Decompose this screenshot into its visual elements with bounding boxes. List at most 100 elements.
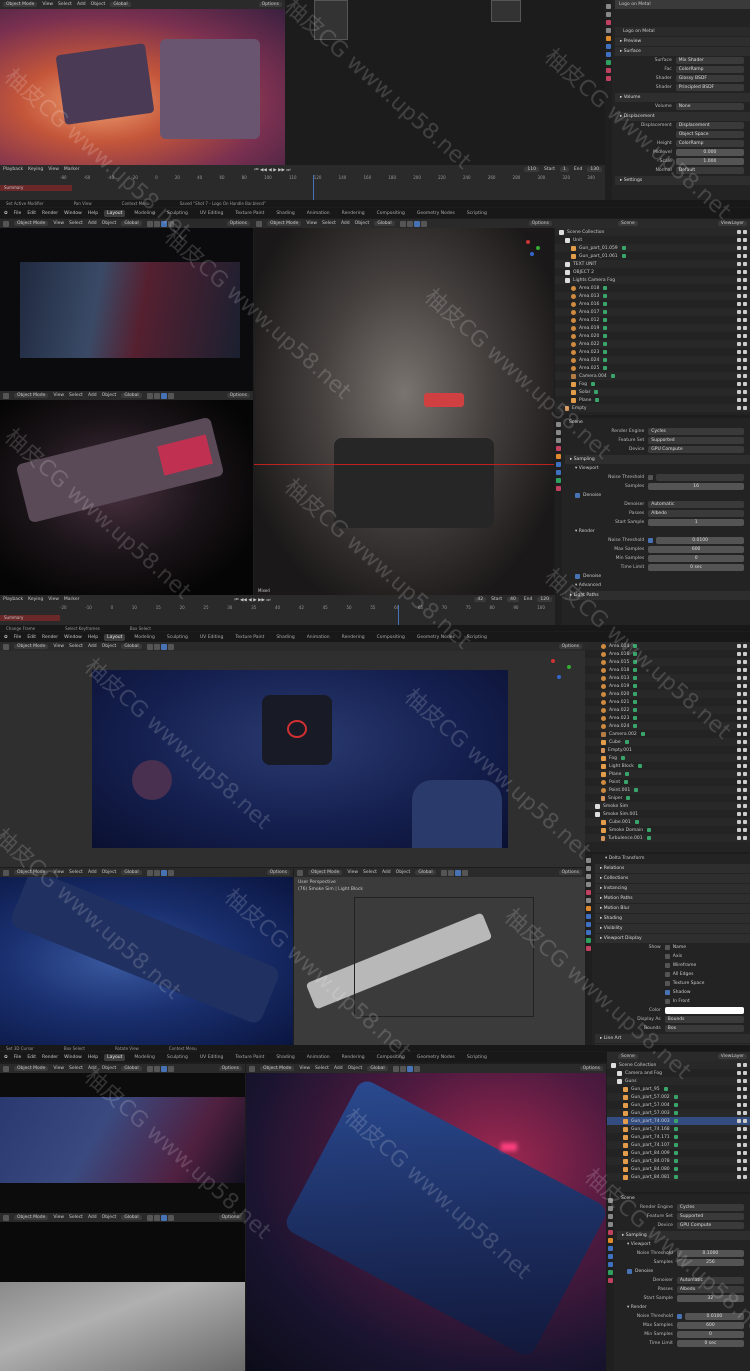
- solid-viewport[interactable]: [0, 1222, 245, 1371]
- visibility-toggles[interactable]: [737, 812, 747, 816]
- mode-dropdown[interactable]: Object Mode: [14, 870, 49, 875]
- outliner-item[interactable]: Gun_part_74.107: [607, 1141, 750, 1149]
- outliner-item[interactable]: Empty: [555, 404, 750, 412]
- menu-select[interactable]: Select: [69, 644, 83, 649]
- blender-logo-icon[interactable]: ✿: [4, 1055, 8, 1060]
- orientation-dropdown[interactable]: Global: [121, 1066, 142, 1071]
- shading-mode-icons[interactable]: [440, 869, 468, 876]
- shading-mode-icons[interactable]: [146, 643, 174, 650]
- outliner-item[interactable]: Area.019: [555, 324, 750, 332]
- visibility-toggles[interactable]: [737, 1135, 747, 1139]
- visibility-toggles[interactable]: [737, 278, 747, 282]
- visibility-toggles[interactable]: [737, 732, 747, 736]
- dropdown-field[interactable]: Default: [675, 167, 744, 174]
- mode-dropdown[interactable]: Object Mode: [260, 1066, 295, 1071]
- playback-controls[interactable]: ⏮ ◀◀ ◀ ▶ ▶▶ ⏭: [254, 167, 290, 173]
- camera-render-icon[interactable]: [743, 1111, 747, 1115]
- summary-channel[interactable]: Summary: [0, 615, 60, 621]
- menu-select[interactable]: Select: [322, 221, 336, 226]
- visibility-toggles[interactable]: [737, 676, 747, 680]
- dropdown-field[interactable]: ColorRamp: [675, 140, 744, 147]
- checkbox[interactable]: [664, 990, 670, 995]
- outliner-item[interactable]: Area.016: [555, 300, 750, 308]
- render-preview[interactable]: [0, 9, 285, 165]
- outliner-item[interactable]: Empty.001: [585, 746, 750, 754]
- mode-dropdown[interactable]: Object Mode: [14, 1066, 49, 1071]
- eye-icon[interactable]: [737, 756, 741, 760]
- workspace-tab[interactable]: Shading: [273, 1054, 297, 1061]
- camera-render-icon[interactable]: [743, 684, 747, 688]
- outliner-item[interactable]: Unit: [555, 236, 750, 244]
- eye-icon[interactable]: [737, 302, 741, 306]
- checkbox[interactable]: [664, 981, 670, 986]
- outliner-item[interactable]: Gun_part_01.061: [555, 252, 750, 260]
- camera-render-icon[interactable]: [743, 374, 747, 378]
- options-button[interactable]: Options: [579, 1066, 603, 1071]
- menu-select[interactable]: Select: [58, 2, 72, 7]
- eye-icon[interactable]: [737, 262, 741, 266]
- checkbox-row[interactable]: Show Name: [595, 943, 750, 952]
- panel-section[interactable]: ▸ Settings: [615, 176, 750, 185]
- camera-render-icon[interactable]: [743, 1143, 747, 1147]
- options-button[interactable]: Options: [226, 221, 250, 226]
- shading-mode-icons[interactable]: [392, 1065, 420, 1072]
- menu-view[interactable]: View: [53, 1066, 64, 1071]
- outliner-item[interactable]: Light Block: [585, 762, 750, 770]
- eye-icon[interactable]: [737, 1167, 741, 1171]
- camera-render-icon[interactable]: [743, 812, 747, 816]
- menu-view[interactable]: View: [42, 2, 53, 7]
- outliner-item[interactable]: Camera and Fog: [607, 1069, 750, 1077]
- visibility-toggles[interactable]: [737, 724, 747, 728]
- eye-icon[interactable]: [737, 716, 741, 720]
- visibility-toggles[interactable]: [737, 302, 747, 306]
- menu-select[interactable]: Select: [69, 1215, 83, 1220]
- menu-object[interactable]: Object: [102, 1215, 117, 1220]
- orientation-dropdown[interactable]: Global: [121, 1215, 142, 1220]
- panel-section[interactable]: ▸ Sampling: [565, 455, 750, 464]
- workspace-tab[interactable]: Sculpting: [164, 1054, 191, 1061]
- eye-icon[interactable]: [737, 692, 741, 696]
- eye-icon[interactable]: [737, 1119, 741, 1123]
- properties-tabs[interactable]: [555, 418, 562, 625]
- workspace-tab[interactable]: Compositing: [374, 1054, 408, 1061]
- visibility-toggles[interactable]: [737, 788, 747, 792]
- camera-render-icon[interactable]: [743, 668, 747, 672]
- camera-render-icon[interactable]: [743, 1159, 747, 1163]
- outliner-item[interactable]: Scene Collection: [607, 1061, 750, 1069]
- workspace-tab[interactable]: Layout: [104, 633, 126, 641]
- gizmo-z-icon[interactable]: [530, 252, 534, 256]
- visibility-toggles[interactable]: [737, 764, 747, 768]
- eye-icon[interactable]: [737, 358, 741, 362]
- node-editor[interactable]: [286, 0, 604, 165]
- camera-render-icon[interactable]: [743, 820, 747, 824]
- subpanel[interactable]: ▾ Delta Transform: [595, 854, 750, 863]
- mode-dropdown[interactable]: Object Mode: [14, 644, 49, 649]
- visibility-toggles[interactable]: [737, 350, 747, 354]
- workspace-tab[interactable]: Layout: [104, 209, 126, 217]
- outliner-item[interactable]: Scene Collection: [555, 228, 750, 236]
- outliner-item[interactable]: Solar: [555, 388, 750, 396]
- workspace-tab[interactable]: Shading: [273, 210, 297, 217]
- orientation-dropdown[interactable]: Global: [121, 870, 142, 875]
- workspace-tab[interactable]: Rendering: [339, 210, 368, 217]
- blender-logo-icon[interactable]: ✿: [4, 635, 8, 640]
- eye-icon[interactable]: [737, 1175, 741, 1179]
- menu-window[interactable]: Window: [64, 1055, 82, 1060]
- workspace-tab[interactable]: Texture Paint: [232, 1054, 267, 1061]
- eye-icon[interactable]: [737, 1151, 741, 1155]
- shading-mode-icons[interactable]: [146, 392, 174, 399]
- workspace-tab[interactable]: Rendering: [339, 1054, 368, 1061]
- checkbox-row[interactable]: Texture Space: [595, 979, 750, 988]
- menu-view[interactable]: View: [53, 870, 64, 875]
- camera-render-icon[interactable]: [743, 342, 747, 346]
- mode-dropdown[interactable]: Object Mode: [14, 393, 49, 398]
- visibility-toggles[interactable]: [737, 326, 747, 330]
- summary-channel[interactable]: Summary: [0, 185, 72, 191]
- visibility-toggles[interactable]: [737, 836, 747, 840]
- subpanel[interactable]: ▾ Viewport: [565, 464, 750, 473]
- outliner-item[interactable]: Area.021: [585, 698, 750, 706]
- outliner-item[interactable]: Area.012: [555, 316, 750, 324]
- workspace-tab[interactable]: Shading: [273, 634, 297, 641]
- workspace-tab[interactable]: Rendering: [339, 634, 368, 641]
- start-frame-field[interactable]: 40: [507, 597, 519, 602]
